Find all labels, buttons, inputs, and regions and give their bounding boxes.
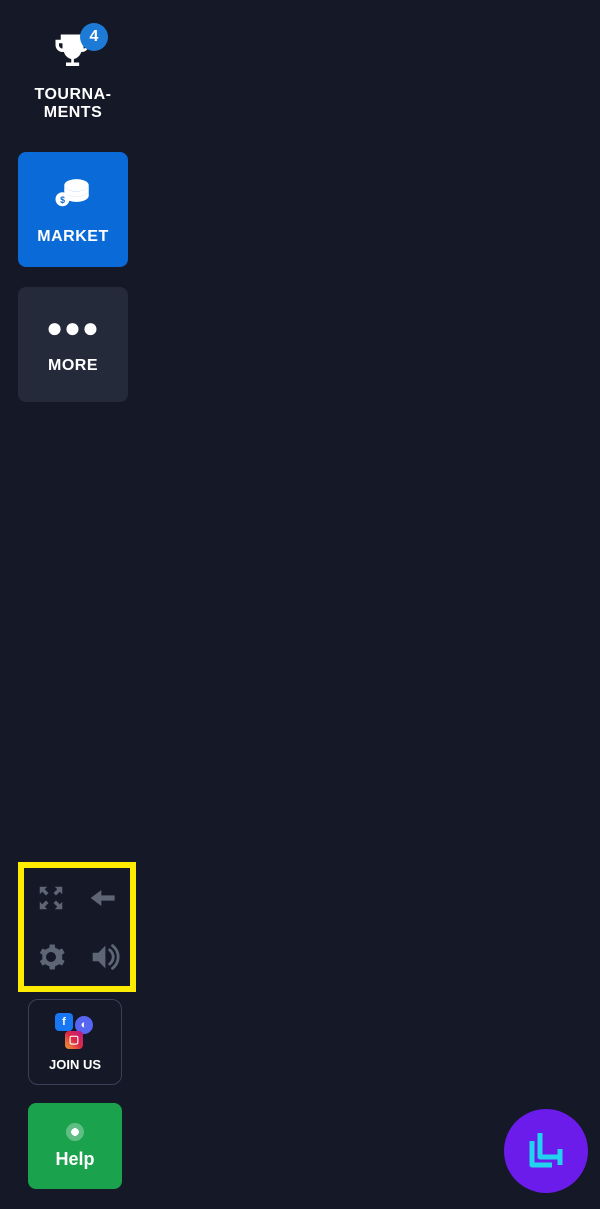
- facebook-icon: f: [55, 1013, 73, 1031]
- sound-button[interactable]: [87, 940, 121, 974]
- help-label: Help: [55, 1149, 94, 1170]
- volume-icon: [87, 940, 121, 974]
- join-us-label: JOIN US: [49, 1057, 101, 1072]
- logo-icon: [522, 1127, 570, 1175]
- fullscreen-icon: [36, 883, 66, 913]
- back-button[interactable]: [88, 882, 120, 914]
- coins-icon: $: [52, 173, 94, 220]
- tournaments-label: TOURNA- MENTS: [35, 86, 112, 122]
- back-arrow-icon: [88, 882, 120, 914]
- social-icons-cluster: f ◐ ▢: [53, 1013, 97, 1051]
- instagram-icon: ▢: [65, 1031, 83, 1049]
- controls-panel: [18, 862, 136, 992]
- help-indicator-icon: [66, 1123, 84, 1141]
- svg-text:$: $: [60, 195, 65, 205]
- tournaments-badge: 4: [80, 23, 108, 51]
- sidebar-item-more[interactable]: ●●● MORE: [18, 287, 128, 402]
- sidebar-item-market[interactable]: $ MARKET: [18, 152, 128, 267]
- trophy-icon: 4: [50, 31, 96, 78]
- fullscreen-button[interactable]: [36, 883, 66, 913]
- gear-icon: [36, 942, 66, 972]
- ellipsis-icon: ●●●: [46, 323, 100, 333]
- help-button[interactable]: Help: [28, 1103, 122, 1189]
- join-us-button[interactable]: f ◐ ▢ JOIN US: [28, 999, 122, 1085]
- sidebar-item-tournaments[interactable]: 4 TOURNA- MENTS: [18, 12, 128, 132]
- settings-button[interactable]: [36, 942, 66, 972]
- more-label: MORE: [48, 357, 98, 375]
- sidebar: 4 TOURNA- MENTS $ MARKET ●●● MORE: [18, 12, 134, 402]
- market-label: MARKET: [37, 228, 108, 246]
- floating-action-button[interactable]: [504, 1109, 588, 1193]
